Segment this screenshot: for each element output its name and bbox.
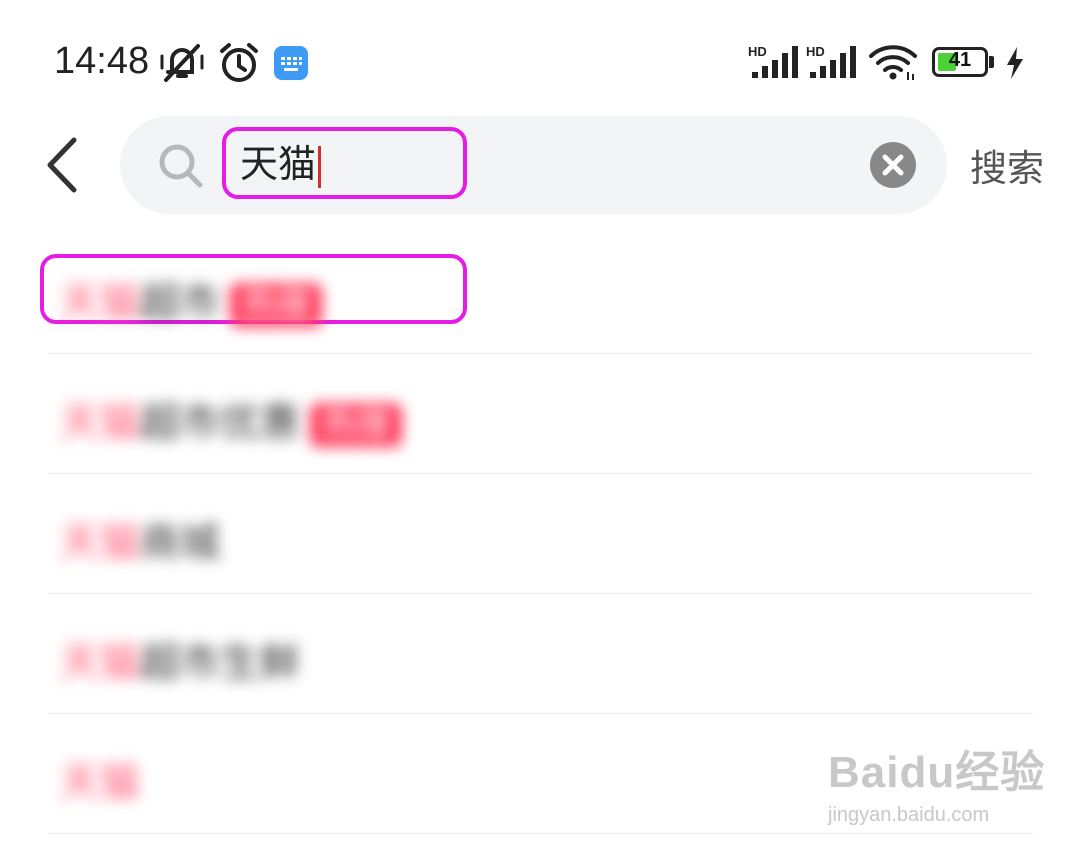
suggestion-keyword: 天猫 — [60, 760, 140, 806]
alarm-icon — [220, 43, 258, 82]
suggestion-text: 超市生鲜 — [140, 640, 300, 686]
watermark-url: jingyan.baidu.com — [828, 804, 990, 826]
wifi-icon — [869, 45, 917, 80]
battery-indicator: 41 — [932, 47, 988, 77]
mute-vibrate-icon — [160, 44, 204, 82]
search-icon — [159, 144, 203, 188]
search-submit-button[interactable]: 搜索 — [970, 138, 1044, 192]
signal-bars-1 — [752, 46, 798, 78]
suggestion-text: 超市优惠 — [140, 400, 300, 446]
back-icon[interactable] — [40, 136, 88, 194]
watermark-logo: Baidu经验 — [828, 748, 1046, 797]
suggestion-text: 商城 — [140, 520, 220, 566]
suggestion-keyword: 天猫 — [60, 640, 140, 686]
status-time: 14:48 — [54, 40, 150, 82]
signal-hd-1-icon: HD — [748, 44, 798, 80]
suggestion-item[interactable]: 天猫超市生鲜 — [48, 594, 1033, 714]
suggestion-item[interactable]: 天猫超市 热搜 — [48, 234, 1033, 354]
suggestion-item[interactable]: 天猫商城 — [48, 474, 1033, 594]
suggestion-keyword: 天猫 — [60, 280, 140, 326]
hot-tag: 热搜 — [310, 403, 402, 447]
signal-bars-2 — [810, 46, 856, 78]
battery-tip — [989, 56, 994, 68]
suggestion-keyword: 天猫 — [60, 520, 140, 566]
annotation-box-query — [222, 127, 467, 199]
baidu-jingyan-watermark: Baidu经验 jingyan.baidu.com — [828, 736, 1045, 827]
close-icon — [882, 154, 904, 176]
status-bar: 14:48 HD HD 41 — [0, 0, 1080, 110]
clear-button[interactable] — [870, 142, 916, 188]
charging-icon — [1007, 47, 1023, 79]
suggestion-text: 超市 — [140, 280, 220, 326]
suggestion-item[interactable]: 天猫超市优惠 热搜 — [48, 354, 1033, 474]
keyboard-app-icon — [274, 46, 308, 80]
suggestion-keyword: 天猫 — [60, 400, 140, 446]
hot-tag: 热搜 — [230, 283, 322, 327]
signal-hd-2-icon: HD — [806, 44, 856, 80]
battery-level: 41 — [948, 49, 972, 71]
